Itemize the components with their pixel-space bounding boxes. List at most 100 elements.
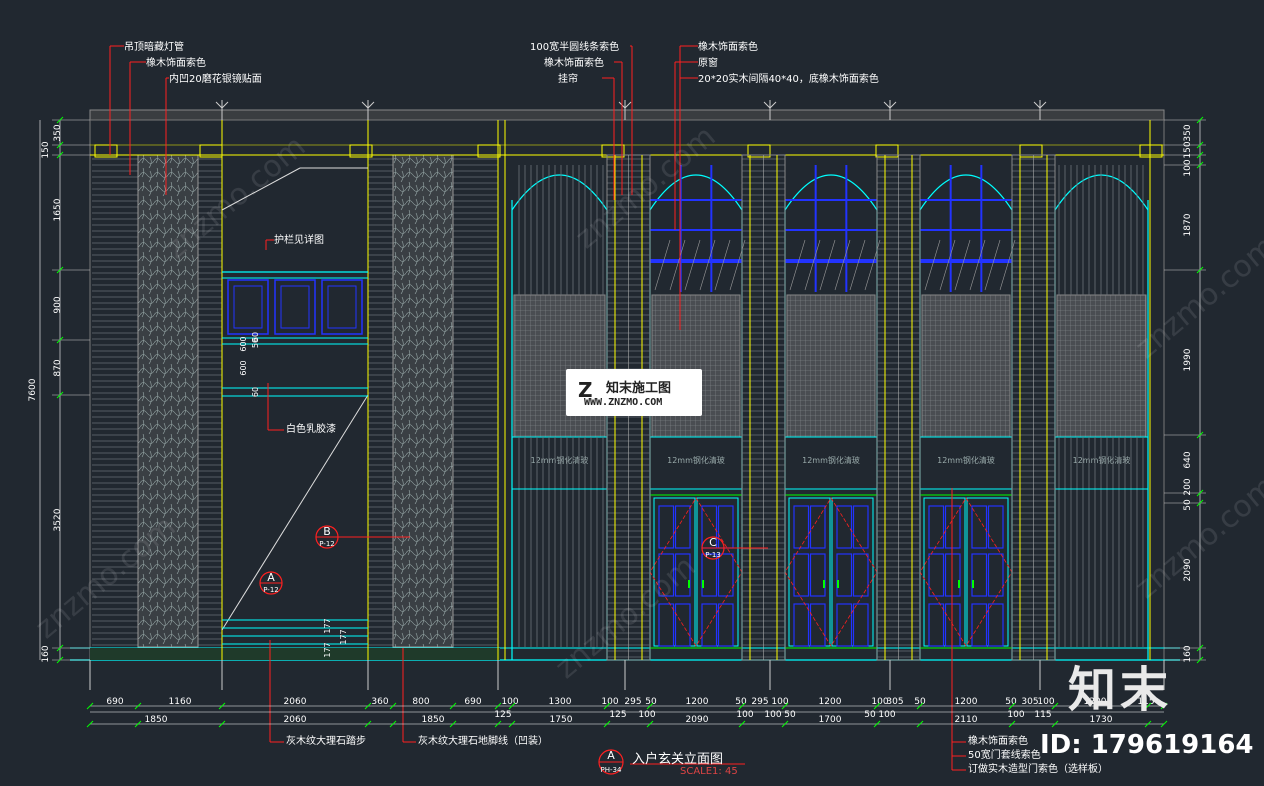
glass-hatch bbox=[954, 239, 971, 291]
drawing-title: 入户玄关立面图 bbox=[632, 752, 724, 767]
dim-text: 60 bbox=[251, 332, 260, 342]
door-panel bbox=[987, 505, 1004, 549]
dim-text: 1850 bbox=[422, 715, 445, 725]
glass-label: 12mm钢化清玻 bbox=[802, 455, 860, 465]
wall-lines bbox=[452, 157, 498, 647]
dim-text: 900 bbox=[53, 296, 63, 313]
dim-text: 1750 bbox=[550, 715, 573, 725]
dim-text: 100 bbox=[736, 710, 753, 720]
door-leaf bbox=[696, 497, 739, 647]
door-panel bbox=[852, 603, 869, 647]
dim-text: 150 bbox=[41, 141, 51, 158]
door-panel bbox=[971, 553, 988, 597]
door-panel bbox=[701, 553, 718, 597]
dim-text: 2060 bbox=[284, 697, 307, 707]
glass-hatch bbox=[804, 239, 821, 291]
dim-text: 2060 bbox=[284, 715, 307, 725]
door-panel bbox=[658, 505, 675, 549]
door-panel bbox=[971, 505, 988, 549]
mirror-panel bbox=[392, 154, 454, 648]
door-panel bbox=[928, 603, 945, 647]
dim-text: 100 bbox=[501, 697, 518, 707]
section-marker-ref: P-12 bbox=[319, 540, 335, 548]
dim-text: 100 bbox=[1007, 710, 1024, 720]
dim-text: 50 bbox=[1183, 499, 1193, 511]
dim-text: 1990 bbox=[1183, 348, 1193, 371]
dim-text: 50 bbox=[1005, 697, 1017, 707]
door-panel bbox=[944, 553, 961, 597]
door-swing bbox=[784, 497, 878, 647]
curtain bbox=[1057, 437, 1146, 647]
door-frame bbox=[784, 494, 878, 649]
label-half-round: 100宽半圆线条索色 bbox=[530, 42, 620, 53]
dim-text: 100 bbox=[764, 710, 781, 720]
dim-text: 690 bbox=[106, 697, 123, 707]
dim-text: 50 bbox=[784, 710, 796, 720]
door-panel bbox=[717, 505, 734, 549]
dim-text: 160 bbox=[41, 645, 51, 662]
dim-text: 600 bbox=[239, 360, 248, 375]
door-leaf bbox=[831, 497, 874, 647]
door-panel bbox=[836, 603, 853, 647]
dim-text: 295 bbox=[624, 697, 641, 707]
dim-text: 1300 bbox=[549, 697, 572, 707]
section-marker-letter: B bbox=[323, 525, 331, 538]
dim-text: 50 bbox=[735, 697, 747, 707]
floor-strip bbox=[90, 648, 500, 660]
door-swing bbox=[919, 497, 1013, 647]
mesh-panel bbox=[786, 294, 876, 438]
glass-hatch bbox=[924, 239, 941, 291]
door-panel bbox=[717, 603, 734, 647]
dim-text: 295 bbox=[751, 697, 768, 707]
dim-text: 3520 bbox=[53, 508, 63, 531]
label-latex-paint: 白色乳胶漆 bbox=[286, 424, 336, 435]
dim-text: 1650 bbox=[53, 198, 63, 221]
dim-text: 1200 bbox=[819, 697, 842, 707]
door-frame bbox=[919, 494, 1013, 649]
dim-text: 125 bbox=[494, 710, 511, 720]
door-panel bbox=[836, 553, 853, 597]
door-leaf bbox=[923, 497, 966, 647]
door-panel bbox=[793, 505, 810, 549]
dim-text: 7600 bbox=[28, 378, 38, 401]
dim-text: 305 bbox=[1021, 697, 1038, 707]
glass-hatch bbox=[699, 239, 716, 291]
glass-hatch bbox=[684, 239, 701, 291]
label-custom-door: 订做实木造型门索色（选样板） bbox=[968, 764, 1108, 775]
section-marker-letter: C bbox=[709, 536, 717, 549]
glass-hatch bbox=[849, 239, 866, 291]
label-original-window: 原窗 bbox=[698, 58, 718, 69]
dim-text: 100 bbox=[771, 697, 788, 707]
glass-label: 12mm钢化清玻 bbox=[667, 455, 725, 465]
dim-text: 150 bbox=[1183, 141, 1193, 158]
window-arch bbox=[784, 174, 878, 211]
dim-text: 200 bbox=[1183, 478, 1193, 495]
door-panel bbox=[701, 603, 718, 647]
door-panel bbox=[987, 603, 1004, 647]
railing-panel-inner bbox=[327, 285, 357, 329]
image-id: ID: 179619164 bbox=[1040, 730, 1254, 760]
section-marker-ref: P-12 bbox=[263, 586, 279, 594]
dim-text: 100 bbox=[1183, 159, 1193, 176]
ceiling-band bbox=[89, 109, 1165, 121]
dim-text: 1160 bbox=[169, 697, 192, 707]
drawing-scale: SCALE1: 45 bbox=[680, 766, 738, 777]
dim-text: 2110 bbox=[955, 715, 978, 725]
dim-text: 177 bbox=[339, 629, 348, 644]
dim-text: 305 bbox=[886, 697, 903, 707]
door-leaf bbox=[788, 497, 831, 647]
dim-text: 800 bbox=[412, 697, 429, 707]
door-panel bbox=[836, 505, 853, 549]
label-oak-paint: 橡木饰面索色 bbox=[146, 58, 206, 69]
dim-text: 125 bbox=[609, 710, 626, 720]
glass-hatch bbox=[714, 239, 731, 291]
dim-text: 1200 bbox=[955, 697, 978, 707]
dim-text: 640 bbox=[1183, 451, 1193, 468]
label-door-frame: 50宽门套线索色 bbox=[968, 750, 1041, 761]
dim-text: 2090 bbox=[686, 715, 709, 725]
glass-label: 12mm钢化清玻 bbox=[937, 455, 995, 465]
dim-text: 600 bbox=[239, 336, 248, 351]
title-marker-letter: A bbox=[607, 749, 615, 762]
dim-text: 350 bbox=[1183, 124, 1193, 141]
mesh-panel bbox=[1056, 294, 1147, 438]
